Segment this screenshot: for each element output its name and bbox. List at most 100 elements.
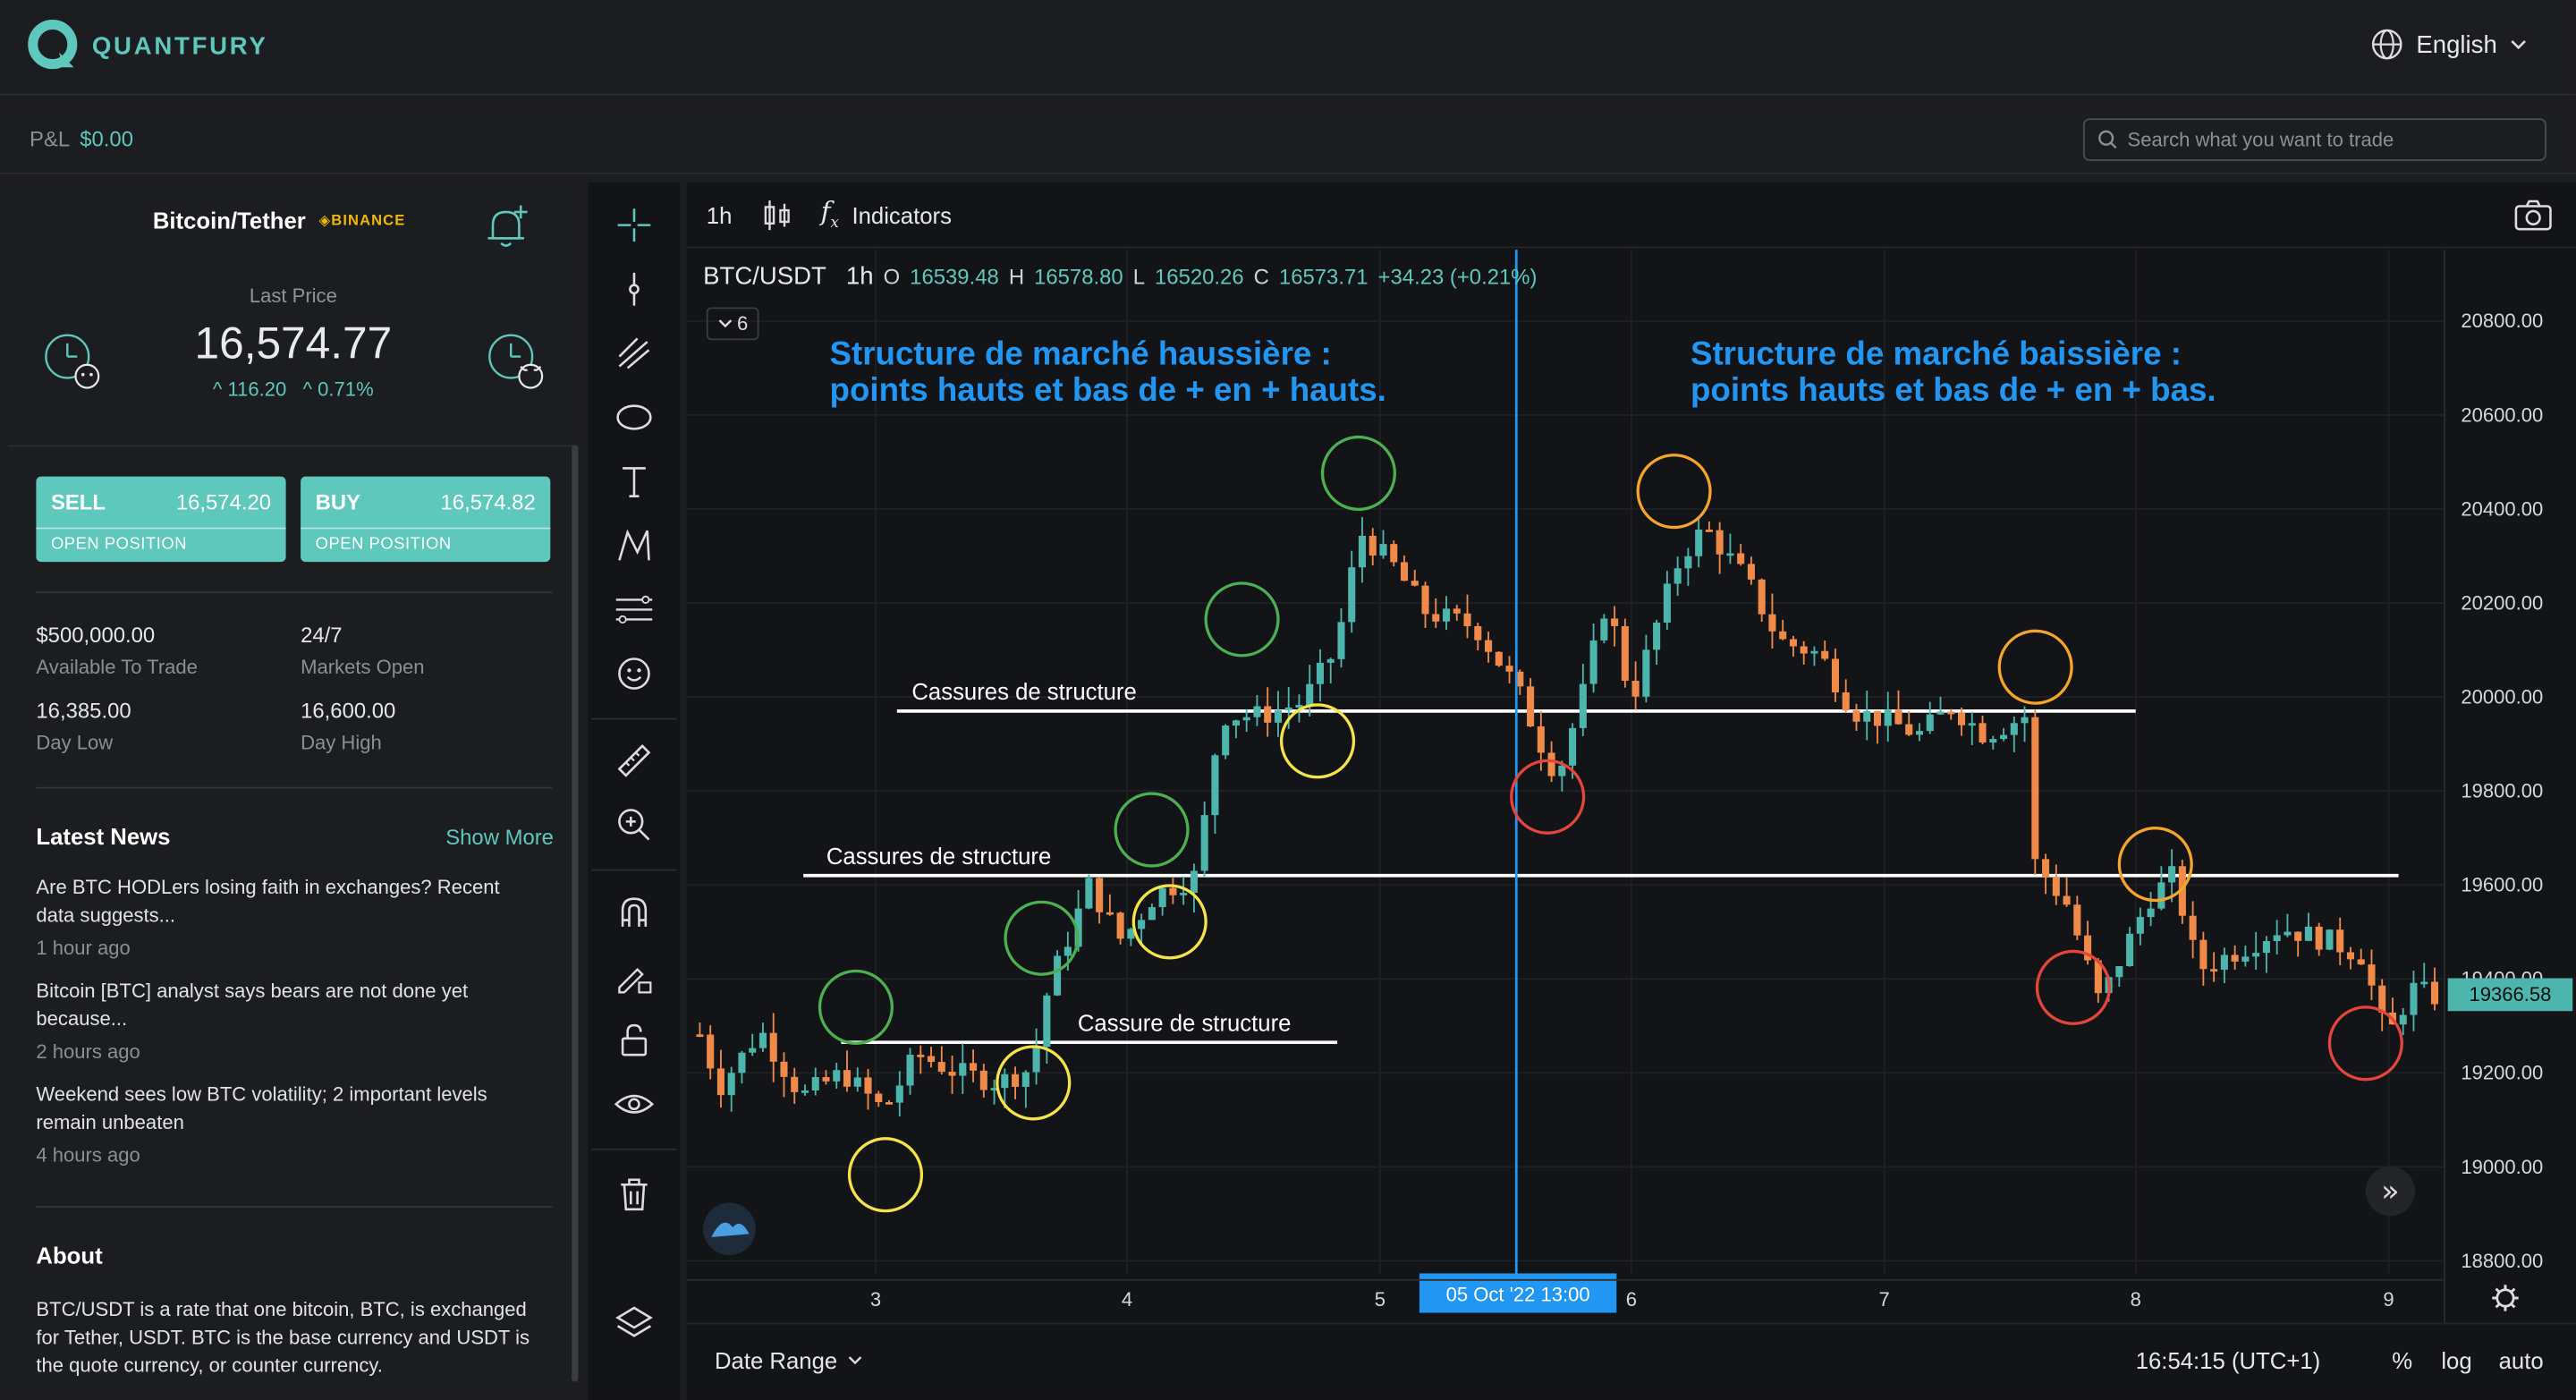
lower-low-circle xyxy=(2327,1005,2403,1082)
prediction-tool[interactable] xyxy=(611,587,657,632)
news-title: Latest News xyxy=(36,823,171,850)
search-input[interactable]: Search what you want to trade xyxy=(2082,118,2546,161)
bull-alert-icon[interactable] xyxy=(485,330,550,395)
candle-body xyxy=(1337,622,1345,659)
news-item[interactable]: Bitcoin [BTC] analyst says bears are not… xyxy=(36,978,537,1066)
fib-tool[interactable] xyxy=(611,330,657,376)
news-item[interactable]: Weekend sees low BTC volatility; 2 impor… xyxy=(36,1082,537,1170)
lock-all-tool[interactable] xyxy=(611,1017,657,1063)
candle-body xyxy=(2252,953,2260,957)
change-percent: 0.71% xyxy=(318,378,374,402)
pnl-summary: P&L $0.00 xyxy=(30,126,133,151)
candle-body xyxy=(1432,614,1440,622)
emoji-tool[interactable] xyxy=(611,650,657,696)
candle-body xyxy=(864,1077,872,1094)
studies-count: 6 xyxy=(737,311,749,335)
percent-toggle[interactable]: % xyxy=(2392,1347,2412,1373)
top-bar: QUANTFURY English xyxy=(0,0,2576,96)
candle-body xyxy=(1547,752,1555,776)
candle-body xyxy=(2210,969,2218,972)
auto-toggle[interactable]: auto xyxy=(2499,1347,2544,1373)
candle-body xyxy=(1905,724,1913,735)
candle-body xyxy=(1453,608,1461,614)
brand-logo[interactable]: QUANTFURY xyxy=(26,20,267,72)
candle-body xyxy=(749,1048,757,1053)
time-tick-label: 7 xyxy=(1879,1288,1890,1311)
unlock-icon xyxy=(621,1023,648,1056)
candle-body xyxy=(1379,544,1387,556)
candle-body xyxy=(791,1076,799,1092)
magnet-tool[interactable] xyxy=(611,889,657,935)
candle-body xyxy=(822,1077,830,1082)
text-icon xyxy=(623,467,646,497)
candle-body xyxy=(2326,929,2334,950)
object-tree-tool[interactable] xyxy=(611,1300,657,1345)
lower-high-circle xyxy=(1997,629,2073,705)
time-tick-label: 9 xyxy=(2383,1288,2394,1311)
change-up-icon: ^ xyxy=(302,378,313,402)
candle-body xyxy=(1726,553,1734,556)
candle-body xyxy=(2410,982,2418,1015)
hide-drawings-tool[interactable] xyxy=(611,1082,657,1127)
candle-body xyxy=(1253,706,1261,717)
date-range-button[interactable]: Date Range xyxy=(715,1347,862,1373)
shape-tool[interactable] xyxy=(611,395,657,440)
price-tick-label: 19200.00 xyxy=(2461,1062,2543,1084)
sell-button[interactable]: SELL 16,574.20 OPEN POSITION xyxy=(36,476,286,563)
layers-icon xyxy=(615,1306,653,1337)
candle-body xyxy=(1579,683,1587,728)
zoom-in-icon xyxy=(618,809,650,841)
candle-body xyxy=(2136,917,2144,934)
line-tool[interactable] xyxy=(611,267,657,312)
add-alert-bell-icon[interactable] xyxy=(485,202,530,251)
change-up-icon: ^ xyxy=(212,378,223,402)
candle-body xyxy=(1653,622,1661,650)
candle-body xyxy=(1148,907,1156,921)
price-tick-label: 20600.00 xyxy=(2461,403,2543,426)
lower-high-circle xyxy=(1636,454,1712,530)
utc-clock[interactable]: 16:54:15 (UTC+1) xyxy=(2136,1347,2321,1373)
candle-body xyxy=(1600,618,1608,641)
show-more-link[interactable]: Show More xyxy=(445,825,554,850)
candle-body xyxy=(1158,887,1166,908)
panel-scrollbar[interactable] xyxy=(572,445,579,1382)
candle-body xyxy=(1138,920,1146,929)
about-text: BTC/USDT is a rate that one bitcoin, BTC… xyxy=(36,1297,530,1378)
candle-body xyxy=(1390,544,1398,563)
candle-body xyxy=(1527,686,1535,727)
language-selector[interactable]: English xyxy=(2370,28,2527,61)
news-item[interactable]: Are BTC HODLers losing faith in exchange… xyxy=(36,874,537,963)
text-tool[interactable] xyxy=(611,458,657,504)
time-tick-label: 3 xyxy=(870,1288,881,1311)
candle-body xyxy=(2115,966,2123,978)
bullish-structure-annotation: points hauts et bas de + en + hauts. xyxy=(830,371,1386,408)
crosshair-tool[interactable] xyxy=(611,202,657,248)
bear-alert-icon[interactable] xyxy=(41,330,106,395)
candle-body xyxy=(2126,933,2134,967)
candle-body xyxy=(1116,912,1124,939)
legend-open-label: O xyxy=(883,264,901,290)
time-tick-label: 6 xyxy=(1626,1288,1637,1311)
pattern-tool[interactable] xyxy=(611,522,657,568)
studies-toggle[interactable]: 6 xyxy=(706,307,759,341)
buy-button[interactable]: BUY 16,574.82 OPEN POSITION xyxy=(301,476,551,563)
about-title: About xyxy=(36,1242,103,1268)
candle-body xyxy=(970,1063,978,1071)
candle-body xyxy=(2189,915,2197,940)
delete-tool[interactable] xyxy=(611,1172,657,1218)
candle-body xyxy=(1695,530,1703,556)
candle-body xyxy=(801,1090,809,1093)
news-headline: Are BTC HODLers losing faith in exchange… xyxy=(36,875,500,927)
log-toggle[interactable]: log xyxy=(2441,1347,2471,1373)
lock-drawing-tool[interactable] xyxy=(611,953,657,998)
price-chart[interactable]: Cassure de structure Cassures de structur… xyxy=(686,182,2576,1400)
candle-body xyxy=(959,1063,967,1076)
divider xyxy=(36,1206,553,1208)
candle-body xyxy=(1190,870,1198,894)
candle-body xyxy=(1873,710,1882,726)
candle-body xyxy=(1211,755,1219,816)
zoom-tool[interactable] xyxy=(611,802,657,847)
measure-tool[interactable] xyxy=(611,738,657,784)
candle-body xyxy=(2147,908,2155,918)
candle-body xyxy=(2231,955,2239,962)
